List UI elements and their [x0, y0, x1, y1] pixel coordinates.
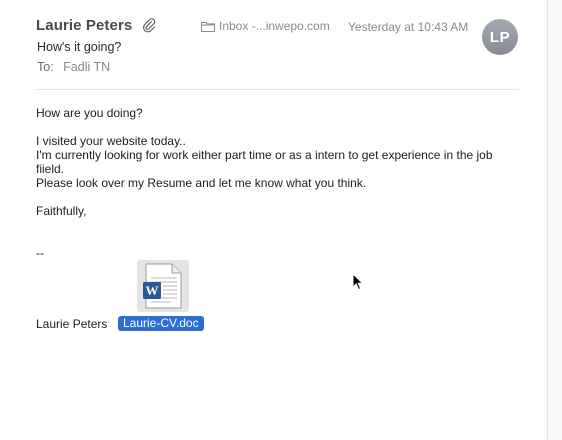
word-document-icon: W: [143, 263, 182, 309]
attachment-thumbnail[interactable]: W: [137, 260, 189, 312]
message-body: How are you doing? I visited your websit…: [36, 106, 506, 218]
message-subject: How's it going?: [37, 40, 122, 54]
body-line: Please look over my Resume and let me kn…: [36, 176, 367, 190]
header-divider: [36, 89, 519, 90]
svg-text:W: W: [146, 283, 159, 298]
folder-icon: [201, 21, 215, 32]
mailbox-label: Inbox -...inwepo.com: [219, 19, 330, 33]
signature-separator: --: [36, 246, 44, 260]
message-date: Yesterday at 10:43 AM: [348, 20, 469, 34]
sender-name: Laurie Peters: [36, 17, 133, 34]
signature-name: Laurie Peters: [36, 317, 108, 331]
attachment-filename[interactable]: Laurie-CV.doc: [118, 316, 204, 331]
body-greeting: How are you doing?: [36, 106, 143, 120]
mouse-cursor-icon: [352, 273, 364, 291]
mailbox-indicator: Inbox -...inwepo.com: [201, 19, 330, 33]
avatar[interactable]: LP: [482, 19, 518, 55]
recipient-name[interactable]: Fadli TN: [63, 60, 110, 74]
paperclip-icon[interactable]: [142, 17, 156, 33]
recipient-row: To: Fadli TN: [37, 60, 110, 74]
body-closing: Faithfully,: [36, 204, 87, 218]
body-line: I visited your website today..: [36, 134, 186, 148]
to-label: To:: [37, 60, 54, 74]
scrollbar-track[interactable]: [547, 0, 562, 440]
body-line: I'm currently looking for work either pa…: [36, 148, 493, 176]
